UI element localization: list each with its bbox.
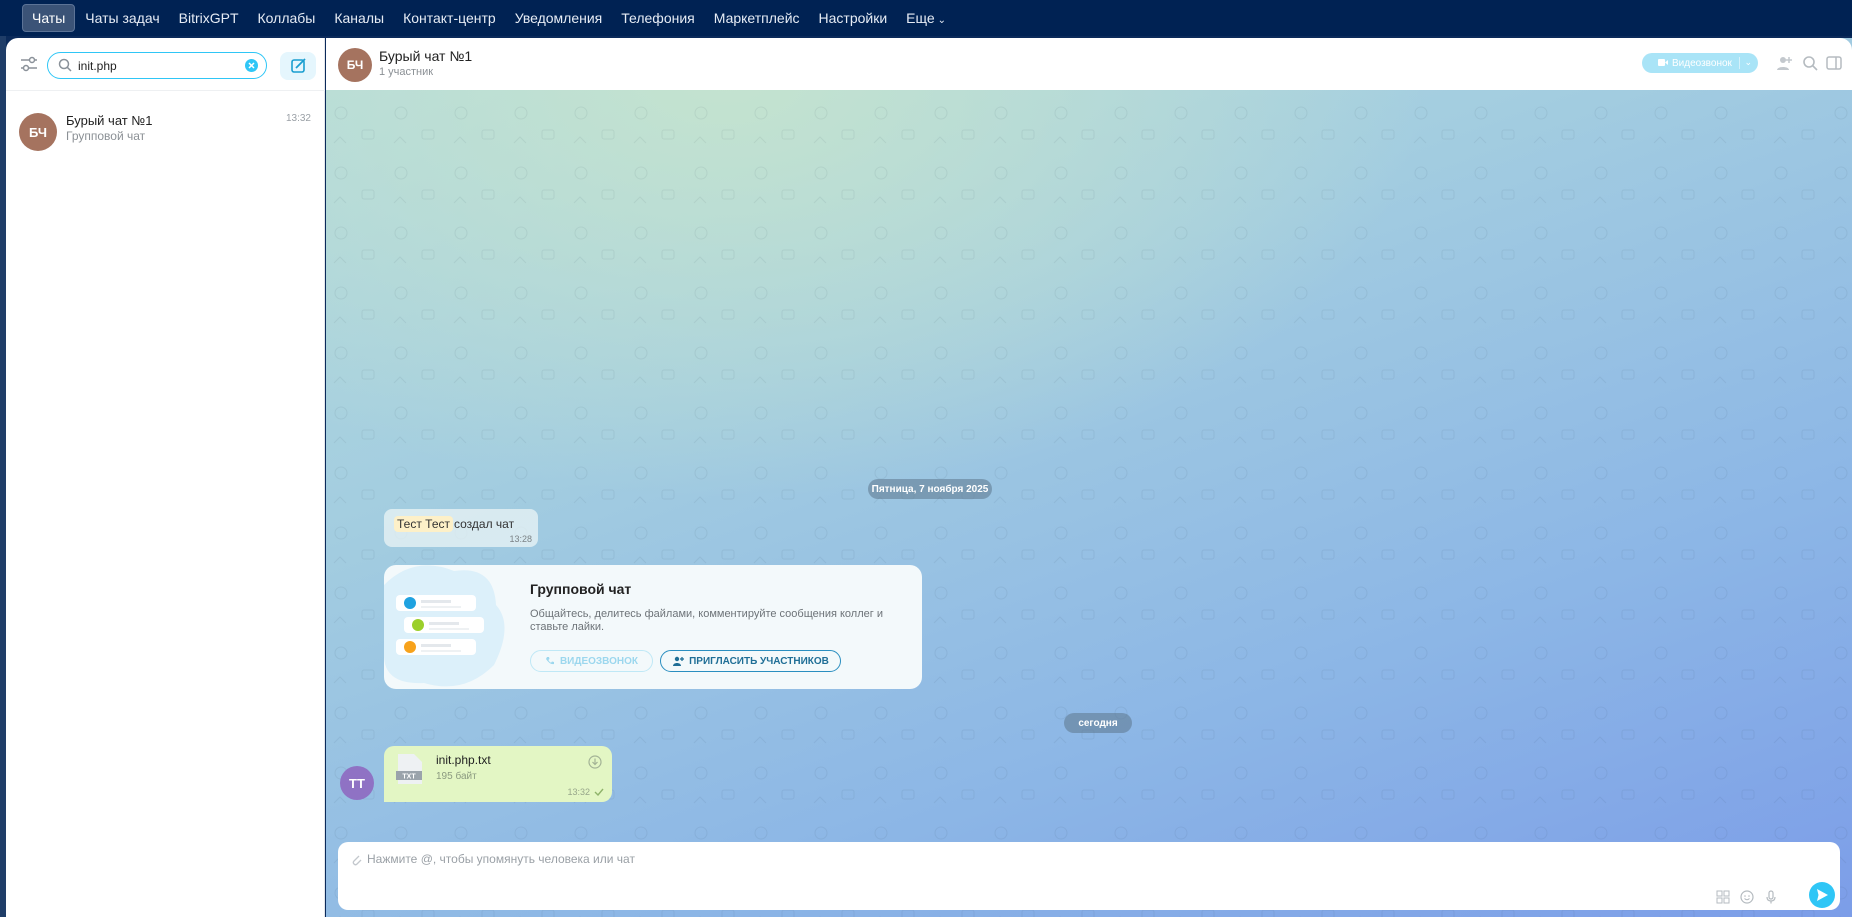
chat-title[interactable]: Бурый чат №1 — [379, 48, 472, 64]
nav-item-bitrixgpt[interactable]: BitrixGPT — [170, 5, 248, 31]
add-user-icon — [673, 656, 685, 666]
file-name[interactable]: init.php.txt — [436, 753, 491, 767]
chat-time: 13:32 — [285, 113, 311, 124]
message-time: 13:32 — [567, 787, 590, 797]
nav-item-notifications[interactable]: Уведомления — [506, 5, 612, 31]
phone-icon — [545, 657, 554, 665]
download-icon[interactable] — [588, 755, 602, 769]
compose-icon — [291, 58, 306, 73]
paperclip-icon[interactable] — [350, 852, 362, 866]
txt-file-icon[interactable]: TXT — [396, 754, 422, 784]
user-mention[interactable]: Тест Тест — [394, 516, 453, 532]
nav-item-telephony[interactable]: Телефония — [612, 5, 703, 31]
chevron-down-icon: ⌄ — [937, 15, 947, 26]
nav-item-collabs[interactable]: Коллабы — [249, 5, 325, 31]
composer-placeholder: Нажмите @, чтобы упомянуть человека или … — [367, 852, 635, 866]
date-separator: Пятница, 7 ноября 2025 — [868, 479, 992, 499]
video-call-label: Видеозвонок — [1672, 57, 1732, 69]
divider — [1739, 57, 1740, 69]
card-title: Групповой чат — [530, 581, 632, 597]
sidebar-toggle-icon[interactable] — [1826, 55, 1842, 71]
chat-header: БЧ Бурый чат №1 1 участник Видеозвонок ⌄ — [326, 38, 1852, 90]
emoji-icon[interactable] — [1740, 890, 1754, 904]
microphone-icon[interactable] — [1764, 890, 1778, 904]
nav-item-marketplace[interactable]: Маркетплейс — [705, 5, 809, 31]
check-icon — [594, 788, 604, 796]
system-message: Тест Тест создал чат 13:28 — [384, 509, 538, 547]
nav-more-label: Еще — [906, 10, 935, 26]
add-user-icon[interactable] — [1776, 55, 1792, 71]
chat-list-item[interactable]: БЧ Бурый чат №1 Групповой чат 13:32 — [6, 105, 325, 165]
filter-icon[interactable] — [20, 56, 38, 72]
nav-item-contact-center[interactable]: Контакт-центр — [394, 5, 505, 31]
video-call-card-button[interactable]: ВИДЕОЗВОНОК — [530, 650, 653, 672]
avatar[interactable]: ТТ — [340, 766, 374, 800]
nav-item-settings[interactable]: Настройки — [810, 5, 897, 31]
message-composer[interactable]: Нажмите @, чтобы упомянуть человека или … — [338, 842, 1840, 910]
file-message: TXT init.php.txt 195 байт 13:32 — [384, 746, 612, 802]
date-separator: сегодня — [1064, 713, 1132, 733]
nav-item-channels[interactable]: Каналы — [325, 5, 393, 31]
send-icon — [1817, 889, 1828, 901]
file-size: 195 байт — [436, 771, 477, 782]
avatar: БЧ — [19, 113, 57, 151]
search-icon[interactable] — [1802, 55, 1818, 71]
nav-item-more[interactable]: Еще ⌄ — [897, 5, 955, 31]
video-call-card-label: ВИДЕОЗВОНОК — [559, 655, 639, 667]
nav-item-chats[interactable]: Чаты — [22, 4, 76, 32]
clear-search-icon[interactable] — [245, 59, 258, 72]
invite-participants-label: ПРИГЛАСИТЬ УЧАСТНИКОВ — [689, 655, 829, 667]
group-chat-intro-card: Групповой чат Общайтесь, делитесь файлам… — [384, 565, 922, 689]
chat-list-sidebar: БЧ Бурый чат №1 Групповой чат 13:32 — [6, 38, 325, 917]
chat-subtitle: Групповой чат — [66, 129, 146, 143]
search-input[interactable] — [78, 57, 238, 74]
file-type-badge: TXT — [402, 774, 416, 781]
avatar[interactable]: БЧ — [338, 48, 372, 82]
search-icon — [58, 58, 72, 72]
message-time: 13:28 — [509, 534, 532, 544]
sidebar-header — [6, 38, 325, 91]
apps-icon[interactable] — [1716, 890, 1730, 904]
video-call-button[interactable]: Видеозвонок ⌄ — [1642, 53, 1758, 73]
invite-participants-button[interactable]: ПРИГЛАСИТЬ УЧАСТНИКОВ — [660, 650, 841, 672]
camera-icon — [1658, 59, 1668, 66]
new-chat-button[interactable] — [280, 52, 316, 80]
participants-count[interactable]: 1 участник — [379, 66, 433, 78]
chevron-down-icon[interactable]: ⌄ — [1744, 57, 1752, 68]
chat-area: БЧ Бурый чат №1 1 участник Видеозвонок ⌄… — [326, 38, 1852, 917]
send-button[interactable] — [1809, 882, 1835, 908]
system-message-text: создал чат — [454, 517, 515, 531]
nav-item-task-chats[interactable]: Чаты задач — [76, 5, 168, 31]
search-box — [47, 52, 267, 79]
top-navigation: Чаты Чаты задач BitrixGPT Коллабы Каналы… — [0, 0, 1852, 36]
chat-title: Бурый чат №1 — [66, 113, 153, 128]
chat-illustration — [384, 565, 505, 687]
card-description: Общайтесь, делитесь файлами, комментируй… — [530, 608, 883, 633]
